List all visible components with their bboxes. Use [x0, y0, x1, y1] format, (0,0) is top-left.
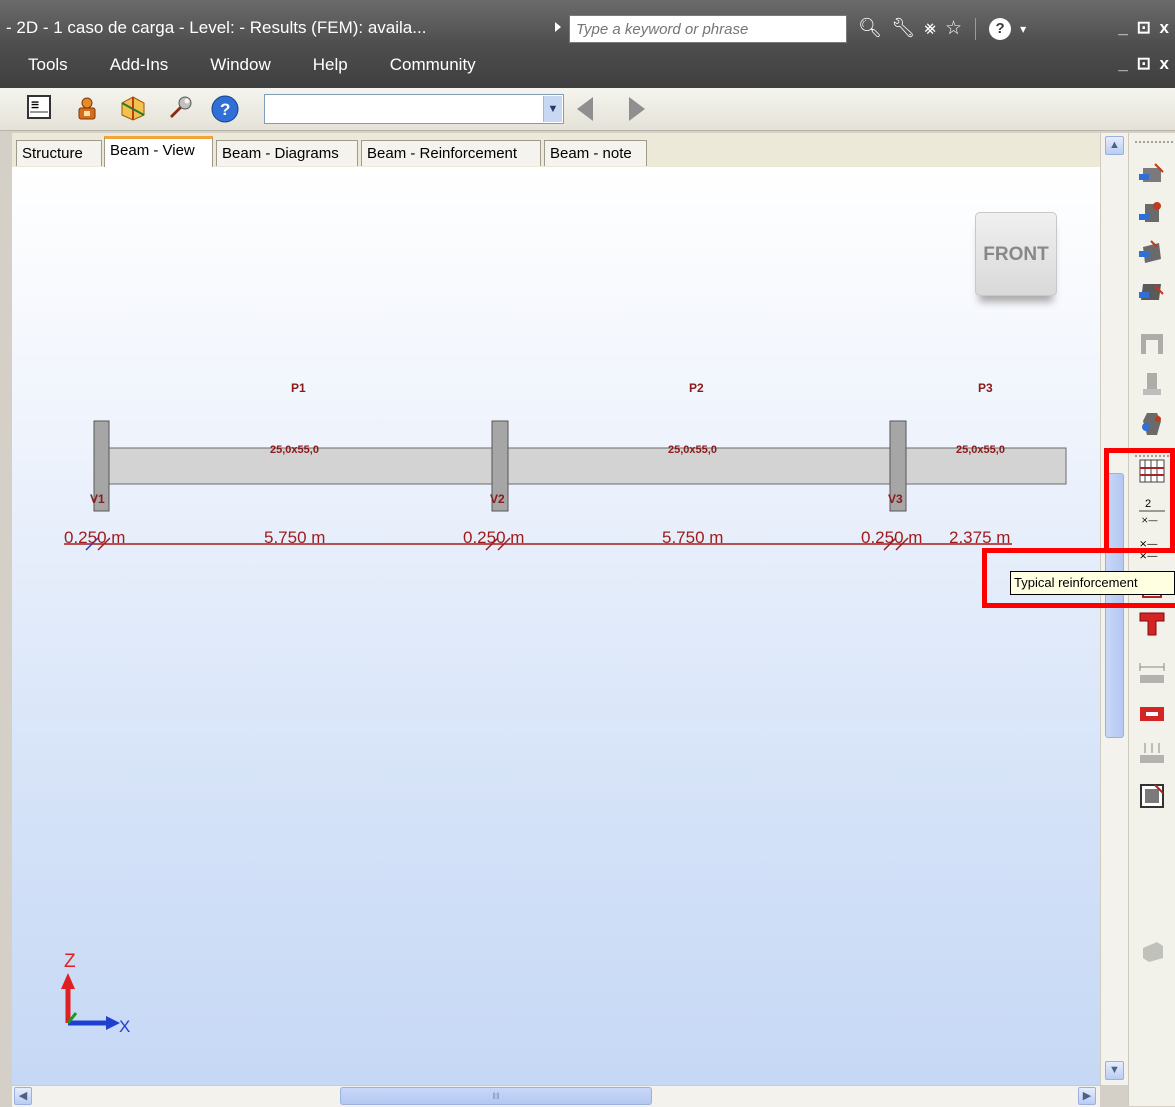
window-controls[interactable]: _ ⊡ x — [1118, 18, 1171, 38]
tab-structure[interactable]: Structure — [16, 140, 102, 166]
help-icon[interactable]: ? — [989, 18, 1012, 40]
dimension-label: 0.250 m — [861, 528, 922, 547]
scroll-up-button[interactable]: ▲ — [1105, 136, 1124, 155]
beam-view-canvas[interactable]: FRONT P1 P2 P3 25,0x55,0 25,0x55,0 25,0x… — [12, 167, 1100, 1085]
beam-edit-icon[interactable] — [1137, 198, 1167, 228]
z-axis-head — [61, 973, 75, 989]
search-expand-icon[interactable] — [555, 22, 561, 32]
horizontal-scroll-thumb[interactable]: ‖‖ — [340, 1087, 652, 1105]
tab-beam-diagrams[interactable]: Beam - Diagrams — [216, 140, 358, 166]
span-label-p2: P2 — [689, 381, 704, 395]
scroll-left-button[interactable]: ◀ — [14, 1087, 32, 1105]
separator — [975, 18, 977, 40]
beam-section-red-icon[interactable] — [1137, 699, 1167, 729]
dimension-beam-icon[interactable] — [1137, 659, 1167, 689]
disabled-tool-icon[interactable] — [1137, 936, 1167, 966]
section-label-p3: 25,0x55,0 — [956, 444, 1005, 456]
beam-move-icon[interactable] — [1137, 237, 1167, 267]
title-bar: - 2D - 1 caso de carga - Level: - Result… — [0, 0, 1175, 88]
scroll-down-button[interactable]: ▼ — [1105, 1061, 1124, 1080]
span-label-p3: P3 — [978, 381, 993, 395]
title-toolbar: 🔍︎ 🔧︎ ⨳ ☆ ? ▾ — [858, 14, 1026, 44]
wrench-icon[interactable] — [165, 94, 195, 124]
beam-insert-icon[interactable] — [1137, 160, 1167, 190]
menu-help[interactable]: Help — [285, 52, 362, 82]
satellite-icon[interactable]: ⨳ — [924, 14, 936, 44]
frame-icon[interactable] — [1137, 328, 1167, 358]
horizontal-scrollbar[interactable]: ◀ ‖‖ ▶ — [12, 1085, 1100, 1107]
tab-beam-view[interactable]: Beam - View — [104, 136, 213, 167]
report-icon[interactable] — [1137, 781, 1167, 811]
support-label-v1: V1 — [90, 492, 105, 506]
beam-body — [107, 447, 1067, 485]
svg-text:?: ? — [220, 100, 230, 119]
svg-text:☰: ☰ — [31, 100, 39, 110]
tab-beam-reinforcement[interactable]: Beam - Reinforcement — [361, 140, 541, 166]
grid-icon[interactable]: ☰ — [24, 94, 54, 124]
right-tool-panel: 2 ⨯— ⨯— ⨯— — [1128, 133, 1175, 1106]
joint-icon[interactable] — [1137, 409, 1167, 439]
panel-grip[interactable] — [1135, 141, 1173, 145]
section-label-p1: 25,0x55,0 — [270, 444, 319, 456]
dimension-label: 0.250 m — [64, 528, 125, 547]
tee-section-icon[interactable] — [1137, 609, 1167, 639]
menu-window[interactable]: Window — [182, 52, 284, 82]
dimension-label: 0.250 m — [463, 528, 524, 547]
highlight-box — [982, 548, 1175, 608]
support-label-v2: V2 — [490, 492, 505, 506]
dimension-label: 5.750 m — [264, 528, 325, 547]
x-axis-head — [106, 1016, 120, 1030]
menu-community[interactable]: Community — [362, 52, 490, 82]
help-icon[interactable]: ? — [210, 94, 240, 124]
x-axis-label: X — [119, 1017, 130, 1036]
tab-beam-note[interactable]: Beam - note — [544, 140, 647, 166]
back-arrow-icon[interactable] — [577, 97, 593, 121]
menu-tools[interactable]: Tools — [0, 52, 82, 82]
window-title: - 2D - 1 caso de carga - Level: - Result… — [6, 18, 427, 37]
vertical-scrollbar[interactable]: ▲ ▼ — [1100, 133, 1129, 1085]
search-input[interactable] — [569, 15, 847, 43]
chevron-down-icon[interactable]: ▾ — [1020, 14, 1026, 44]
chevron-down-icon[interactable]: ▼ — [543, 96, 562, 122]
toolbar-combo[interactable]: ▼ — [264, 94, 564, 124]
dimension-label: 2.375 m — [949, 528, 1010, 547]
cube-axes-icon[interactable] — [118, 94, 148, 124]
menu-bar: Tools Add-Ins Window Help Community — [0, 52, 490, 82]
tab-bar: Structure Beam - View Beam - Diagrams Be… — [12, 133, 1102, 167]
menu-add-ins[interactable]: Add-Ins — [82, 52, 183, 82]
main-toolbar: ☰ ? ▼ — [0, 88, 1175, 131]
lock-person-icon[interactable] — [72, 94, 102, 124]
dimension-label: 5.750 m — [662, 528, 723, 547]
binoculars-icon[interactable]: 🔍︎ — [858, 14, 882, 44]
span-label-p1: P1 — [291, 381, 306, 395]
beam-delete-icon[interactable] — [1137, 276, 1167, 306]
z-axis-label: Z — [64, 951, 76, 972]
beam-drawing: P1 P2 P3 25,0x55,0 25,0x55,0 25,0x55,0 V… — [61, 381, 1067, 1036]
scroll-right-button[interactable]: ▶ — [1078, 1087, 1096, 1105]
highlight-box — [1104, 448, 1175, 551]
column-icon[interactable] — [1137, 369, 1167, 399]
section-label-p2: 25,0x55,0 — [668, 444, 717, 456]
load-icon[interactable] — [1137, 739, 1167, 769]
star-icon[interactable]: ☆ — [945, 14, 962, 44]
forward-arrow-icon[interactable] — [629, 97, 645, 121]
wrench-icon[interactable]: 🔧︎ — [891, 14, 915, 44]
document-window-controls[interactable]: _ ⊡ x — [1118, 54, 1171, 74]
support-label-v3: V3 — [888, 492, 903, 506]
